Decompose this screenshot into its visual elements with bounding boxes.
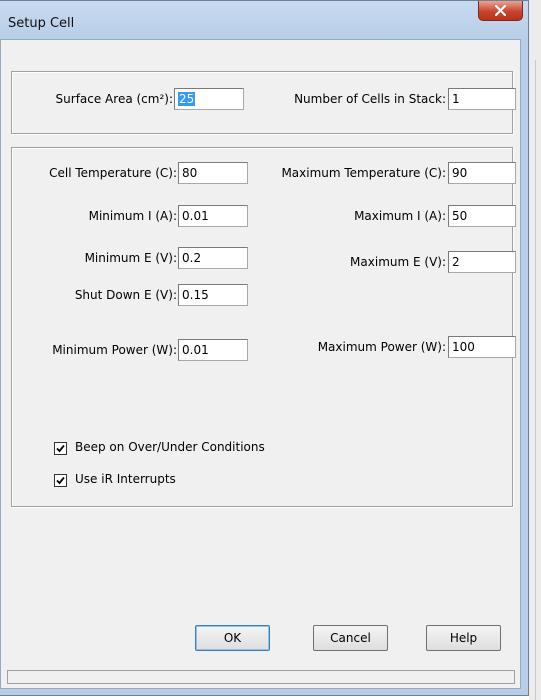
surface-area-label: Surface Area (cm²):	[55, 92, 173, 106]
minimum-power-label: Minimum Power (W):	[52, 343, 177, 357]
maximum-power-label: Maximum Power (W):	[317, 340, 446, 354]
ir-interrupts-checkbox[interactable]	[54, 474, 67, 487]
minimum-power-field[interactable]: 0.01	[178, 339, 248, 361]
maximum-e-label: Maximum E (V):	[350, 255, 446, 269]
beep-label[interactable]: Beep on Over/Under Conditions	[75, 440, 265, 454]
maximum-temperature-field[interactable]: 90	[448, 162, 516, 184]
status-bar	[7, 670, 515, 684]
cells-in-stack-label: Number of Cells in Stack:	[294, 92, 446, 106]
maximum-i-label: Maximum I (A):	[354, 209, 446, 223]
close-button[interactable]	[478, 1, 523, 21]
setup-cell-dialog: Setup Cell Surface Area (cm²): 25 Number…	[0, 0, 529, 696]
minimum-e-label: Minimum E (V):	[84, 251, 177, 265]
checkmark-icon	[56, 476, 65, 485]
maximum-e-field[interactable]: 2	[448, 251, 516, 273]
checkmark-icon	[56, 444, 65, 453]
dialog-client-area: Surface Area (cm²): 25 Number of Cells i…	[0, 39, 521, 689]
surface-area-value: 25	[178, 92, 196, 106]
close-icon	[495, 5, 506, 16]
cancel-button[interactable]: Cancel	[313, 625, 388, 651]
beep-checkbox[interactable]	[54, 442, 67, 455]
minimum-e-field[interactable]: 0.2	[178, 247, 248, 269]
window-title: Setup Cell	[8, 16, 75, 31]
parameters-group: Cell Temperature (C): 80 Maximum Tempera…	[11, 147, 516, 507]
background-divider	[535, 60, 536, 700]
cells-in-stack-field[interactable]: 1	[448, 88, 516, 110]
maximum-power-field[interactable]: 100	[448, 336, 516, 358]
maximum-temperature-label: Maximum Temperature (C):	[281, 166, 446, 180]
ir-interrupts-label[interactable]: Use iR Interrupts	[75, 472, 176, 486]
maximum-i-field[interactable]: 50	[448, 205, 516, 227]
ok-button[interactable]: OK	[195, 625, 270, 651]
cell-temperature-field[interactable]: 80	[178, 162, 248, 184]
help-button[interactable]: Help	[426, 625, 501, 651]
shut-down-e-label: Shut Down E (V):	[74, 288, 177, 302]
title-bar[interactable]: Setup Cell	[0, 1, 528, 39]
minimum-i-field[interactable]: 0.01	[178, 205, 248, 227]
minimum-i-label: Minimum I (A):	[88, 209, 177, 223]
shut-down-e-field[interactable]: 0.15	[178, 284, 248, 306]
surface-area-field[interactable]: 25	[174, 88, 244, 110]
cell-temperature-label: Cell Temperature (C):	[49, 166, 177, 180]
surface-group: Surface Area (cm²): 25 Number of Cells i…	[11, 71, 516, 134]
